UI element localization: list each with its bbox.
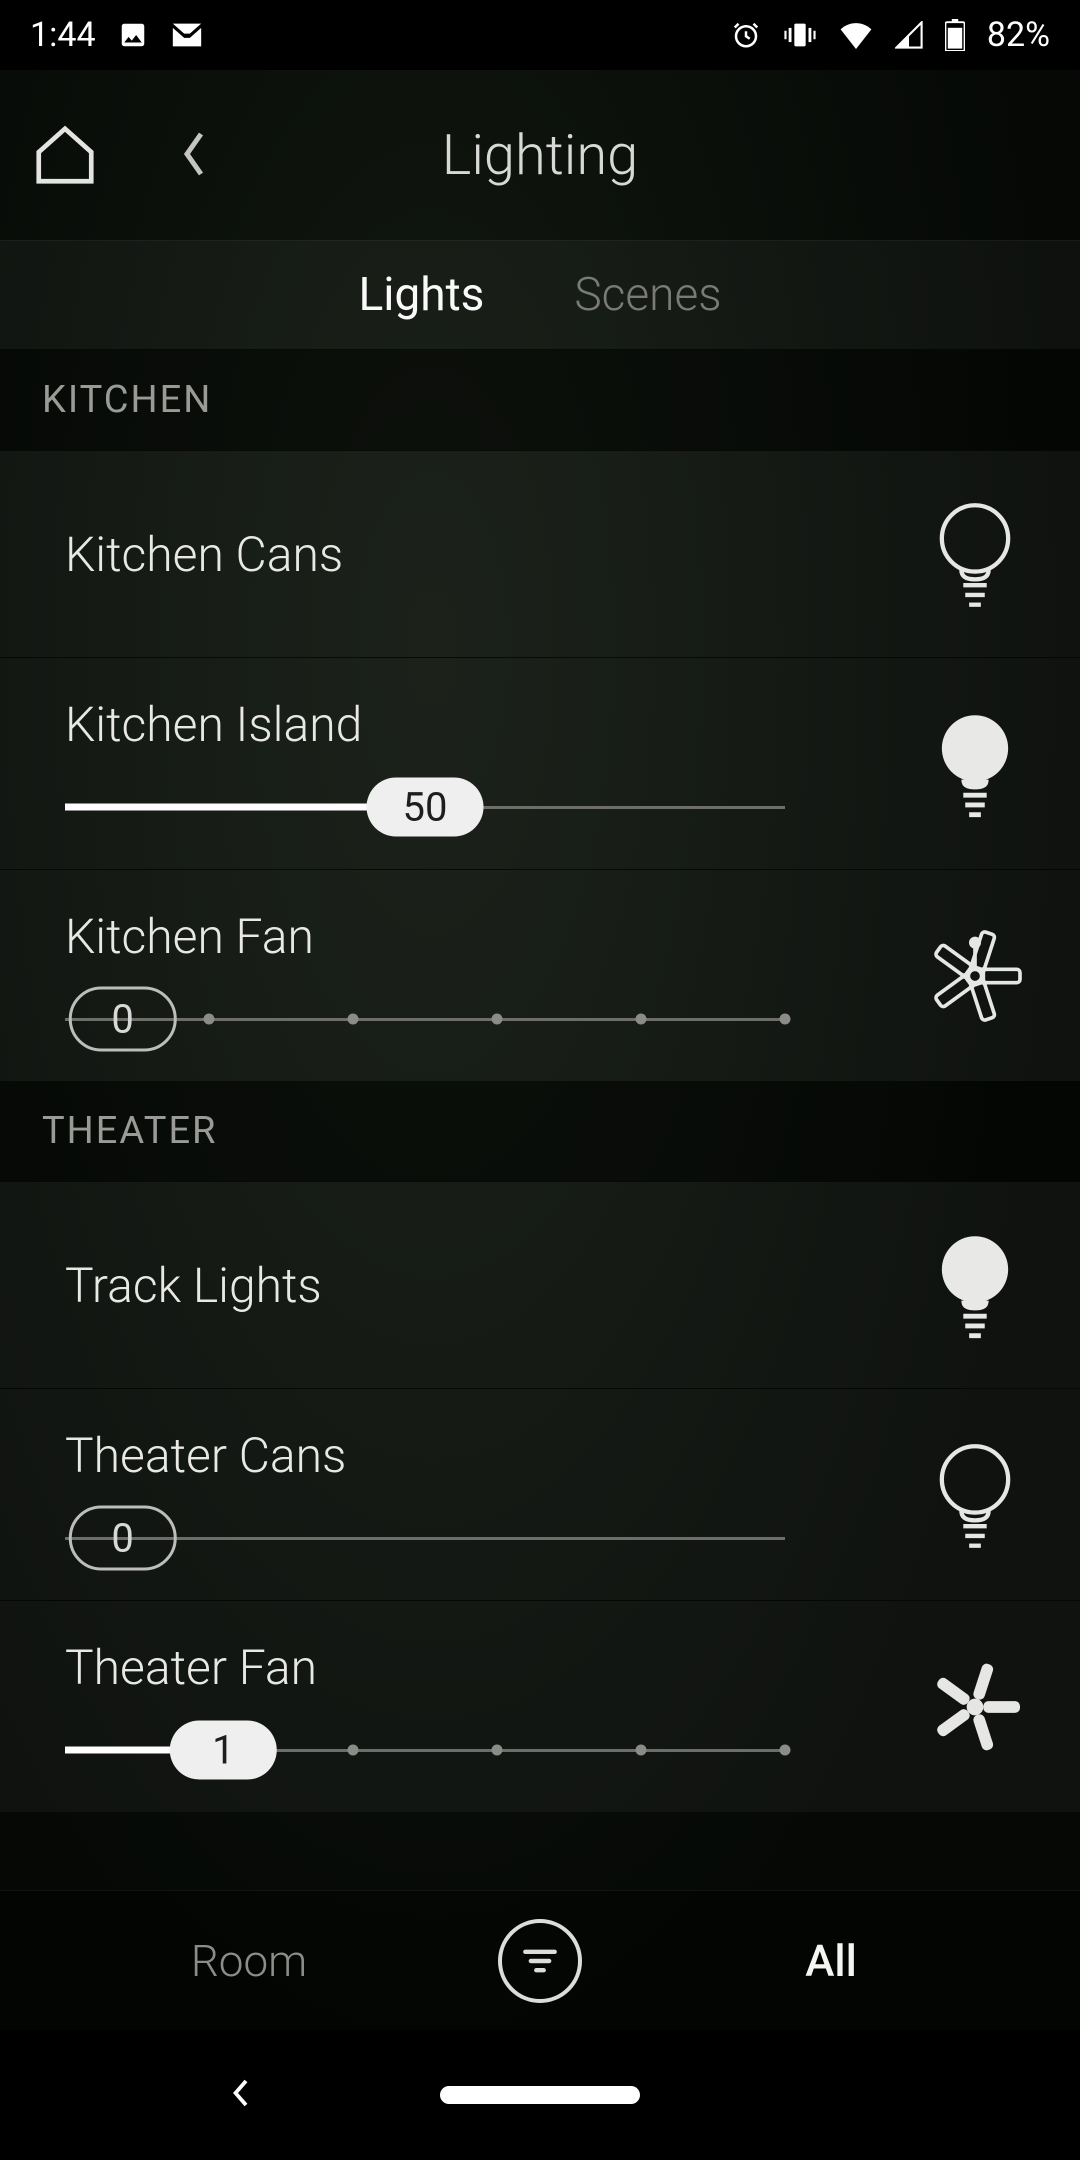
slider-thumb[interactable]: 50 — [367, 778, 484, 837]
lights-list: KITCHEN Kitchen Cans Kitchen Island — [0, 350, 1080, 1890]
bottom-filter-bar: Room All — [0, 1890, 1080, 2030]
home-icon[interactable] — [30, 120, 100, 190]
brightness-slider[interactable]: 0 — [65, 1514, 785, 1562]
bulb-icon[interactable] — [920, 1440, 1030, 1550]
section-kitchen: KITCHEN — [0, 350, 1080, 450]
bulb-icon[interactable] — [920, 1230, 1030, 1340]
filter-button[interactable] — [498, 1919, 582, 2003]
system-nav-bar — [0, 2030, 1080, 2160]
fan-speed-slider[interactable]: 0 — [65, 995, 785, 1043]
row-kitchen-fan[interactable]: Kitchen Fan 0 — [0, 869, 1080, 1081]
back-icon[interactable] — [180, 130, 210, 180]
tab-bar: Lights Scenes — [0, 240, 1080, 350]
tab-lights[interactable]: Lights — [358, 268, 484, 322]
row-kitchen-island[interactable]: Kitchen Island 50 — [0, 657, 1080, 869]
filter-all[interactable]: All — [582, 1935, 1080, 1987]
row-track-lights[interactable]: Track Lights — [0, 1181, 1080, 1388]
cell-signal-icon — [895, 21, 923, 49]
row-label: Theater Fan — [65, 1639, 920, 1696]
row-label: Kitchen Fan — [65, 908, 920, 965]
brightness-slider[interactable]: 50 — [65, 783, 785, 831]
app-header: Lighting — [0, 70, 1080, 240]
bulb-icon[interactable] — [920, 499, 1030, 609]
status-time: 1:44 — [30, 15, 96, 55]
wifi-icon — [839, 21, 873, 49]
slider-thumb[interactable]: 0 — [68, 1506, 176, 1571]
slider-thumb[interactable]: 1 — [170, 1721, 276, 1780]
slider-thumb[interactable]: 0 — [68, 987, 176, 1052]
fan-icon[interactable] — [920, 1657, 1030, 1757]
fan-speed-slider[interactable]: 1 — [65, 1726, 785, 1774]
battery-icon — [945, 19, 965, 51]
row-label: Track Lights — [65, 1257, 920, 1314]
filter-room[interactable]: Room — [0, 1935, 498, 1987]
bulb-icon[interactable] — [920, 709, 1030, 819]
row-kitchen-cans[interactable]: Kitchen Cans — [0, 450, 1080, 657]
alarm-icon — [731, 20, 761, 50]
fan-icon[interactable] — [920, 926, 1030, 1026]
tab-scenes[interactable]: Scenes — [574, 268, 721, 322]
row-label: Kitchen Cans — [65, 526, 920, 583]
row-theater-cans[interactable]: Theater Cans 0 — [0, 1388, 1080, 1600]
section-theater: THEATER — [0, 1081, 1080, 1181]
image-icon — [118, 20, 148, 50]
status-battery-pct: 82% — [987, 15, 1050, 55]
row-label: Theater Cans — [65, 1427, 920, 1484]
system-back-icon[interactable] — [225, 2078, 255, 2112]
page-title: Lighting — [0, 122, 1080, 188]
row-label: Kitchen Island — [65, 696, 920, 753]
status-bar: 1:44 82% — [0, 0, 1080, 70]
row-theater-fan[interactable]: Theater Fan 1 — [0, 1600, 1080, 1812]
vibrate-icon — [783, 20, 817, 50]
mail-icon — [170, 20, 204, 50]
system-home-pill[interactable] — [440, 2086, 640, 2104]
